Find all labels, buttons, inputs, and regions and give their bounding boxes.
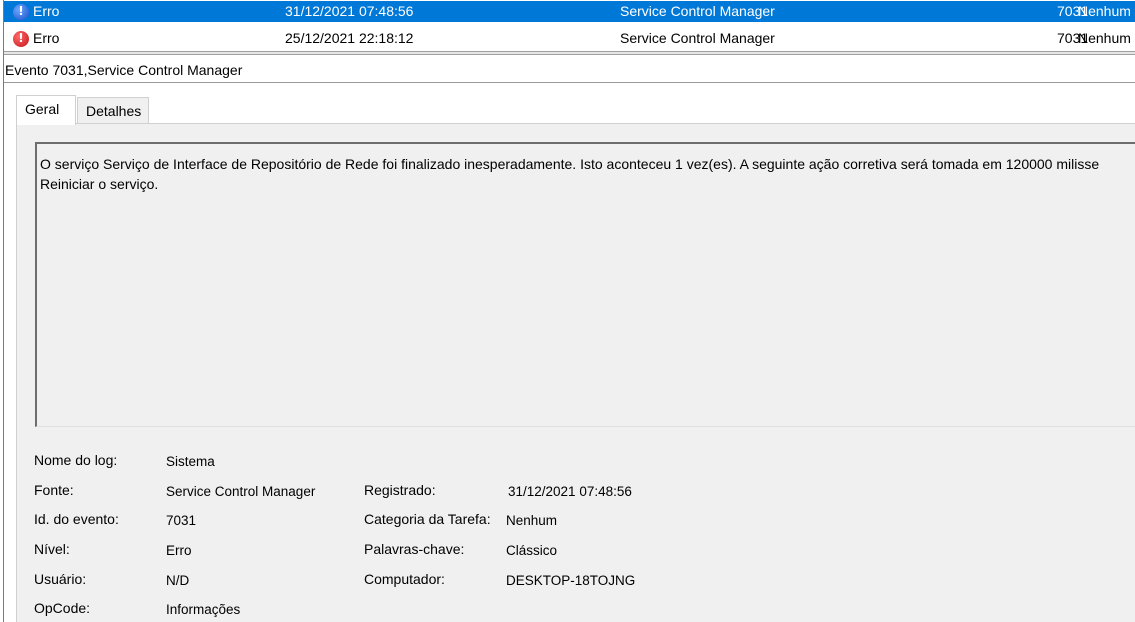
- log-name-label: Nome do log:: [34, 452, 118, 468]
- event-date: 31/12/2021 07:48:56: [285, 3, 414, 19]
- keywords-value: Clássico: [506, 543, 558, 558]
- event-message-line-2: Reiniciar o serviço.: [40, 176, 159, 192]
- source-label: Fonte:: [34, 482, 74, 498]
- window-left-border: [0, 0, 4, 622]
- details-title: Evento 7031,Service Control Manager: [5, 62, 243, 78]
- computer-value: DESKTOP-18TOJNG: [506, 573, 636, 588]
- task-category-value: Nenhum: [506, 513, 558, 528]
- event-message-box[interactable]: O serviço Serviço de Interface de Reposi…: [35, 142, 1135, 427]
- opcode-label: OpCode:: [34, 600, 91, 616]
- logged-label: Registrado:: [364, 482, 436, 498]
- log-name-value: Sistema: [166, 454, 215, 469]
- event-id-value: 7031: [166, 513, 197, 528]
- event-message: O serviço Serviço de Interface de Reposi…: [40, 154, 1135, 194]
- task-category-label: Categoria da Tarefa:: [364, 511, 491, 527]
- event-level-cell: ! Erro: [13, 1, 59, 22]
- event-source: Service Control Manager: [620, 30, 775, 46]
- event-list[interactable]: ! Erro 31/12/2021 07:48:56 Service Contr…: [0, 0, 1135, 50]
- logged-value: 31/12/2021 07:48:56: [508, 484, 632, 499]
- event-level-text: Erro: [33, 30, 60, 46]
- error-icon: !: [13, 30, 29, 47]
- tab-details[interactable]: Detalhes: [77, 97, 149, 123]
- event-task-category: Nenhum: [1078, 3, 1131, 19]
- event-source: Service Control Manager: [620, 3, 775, 19]
- event-date: 25/12/2021 22:18:12: [285, 30, 414, 46]
- event-row[interactable]: ! Erro 31/12/2021 07:48:56 Service Contr…: [0, 1, 1135, 22]
- computer-label: Computador:: [364, 571, 445, 587]
- keywords-label: Palavras-chave:: [364, 541, 465, 557]
- pane-splitter[interactable]: [0, 51, 1135, 55]
- event-id-label: Id. do evento:: [34, 511, 119, 527]
- event-level-cell: ! Erro: [13, 28, 59, 49]
- user-label: Usuário:: [34, 571, 87, 587]
- level-label: Nível:: [34, 541, 70, 557]
- error-icon: !: [13, 3, 29, 20]
- event-row[interactable]: ! Erro 25/12/2021 22:18:12 Service Contr…: [0, 28, 1135, 49]
- event-task-category: Nenhum: [1078, 30, 1131, 46]
- opcode-value: Informações: [166, 602, 241, 617]
- event-level-text: Erro: [33, 3, 60, 19]
- divider: [0, 82, 1135, 83]
- tab-general[interactable]: Geral: [16, 95, 76, 125]
- event-message-line-1: O serviço Serviço de Interface de Reposi…: [40, 156, 1100, 172]
- user-value: N/D: [166, 573, 190, 588]
- source-value: Service Control Manager: [166, 484, 316, 499]
- level-value: Erro: [166, 543, 192, 558]
